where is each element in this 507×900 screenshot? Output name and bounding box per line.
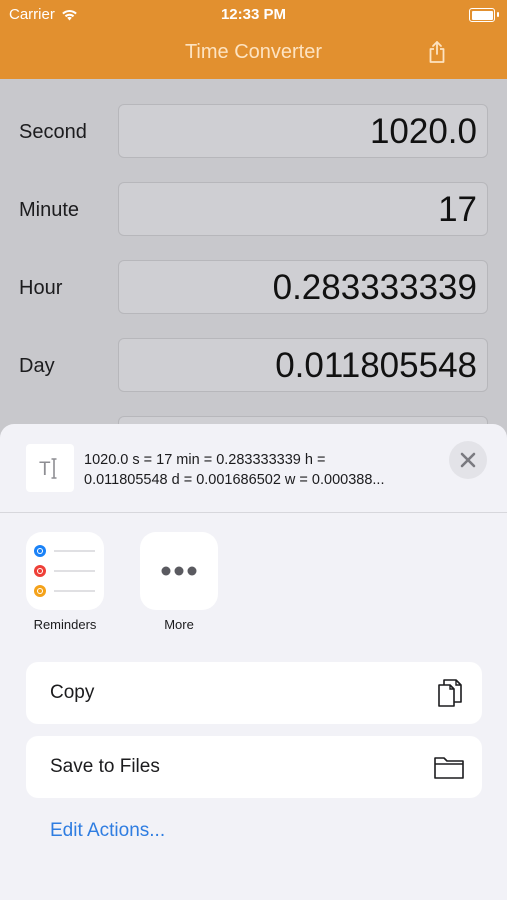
row-label: Day bbox=[19, 355, 55, 377]
row-hour: Hour 0.283333339 bbox=[0, 260, 507, 338]
share-sheet-header: T 1020.0 s = 17 min = 0.283333339 h = 0.… bbox=[0, 424, 507, 513]
copy-action[interactable]: Copy bbox=[26, 662, 482, 724]
field-value: 17 bbox=[438, 190, 477, 229]
value-field[interactable]: 0.011805548 bbox=[118, 338, 488, 392]
field-value: 0.011805548 bbox=[275, 346, 477, 385]
close-icon bbox=[460, 452, 476, 468]
value-field[interactable]: 1020.0 bbox=[118, 104, 488, 158]
row-label: Minute bbox=[19, 199, 80, 221]
close-button[interactable] bbox=[449, 441, 487, 479]
app-label: Reminders bbox=[33, 617, 97, 632]
action-label: Save to Files bbox=[50, 756, 160, 777]
share-preview-text: 1020.0 s = 17 min = 0.283333339 h = 0.01… bbox=[84, 450, 440, 490]
text-document-icon: T bbox=[26, 444, 74, 492]
row-minute: Minute 17 bbox=[0, 182, 507, 260]
row-second: Second 1020.0 bbox=[0, 104, 507, 182]
reminders-icon bbox=[34, 545, 95, 597]
value-field[interactable]: 17 bbox=[118, 182, 488, 236]
navigation-bar: Carrier 12:33 PM Time Converter bbox=[0, 0, 507, 79]
share-icon[interactable] bbox=[425, 40, 449, 64]
folder-icon bbox=[434, 757, 464, 779]
preview-line: 0.011805548 d = 0.001686502 w = 0.000388… bbox=[84, 472, 385, 488]
row-label: Hour bbox=[19, 277, 63, 299]
more-app-button[interactable] bbox=[140, 532, 218, 610]
action-label: Copy bbox=[50, 682, 95, 703]
app-label: More bbox=[164, 617, 194, 632]
status-time: 12:33 PM bbox=[220, 6, 287, 23]
preview-line: 1020.0 s = 17 min = 0.283333339 h = bbox=[84, 452, 326, 468]
more-icon bbox=[161, 566, 197, 576]
share-sheet: T 1020.0 s = 17 min = 0.283333339 h = 0.… bbox=[0, 424, 507, 900]
field-value: 0.283333339 bbox=[272, 268, 477, 307]
battery-icon bbox=[469, 8, 499, 22]
save-to-files-action[interactable]: Save to Files bbox=[26, 736, 482, 798]
reminders-app-button[interactable] bbox=[26, 532, 104, 610]
svg-text:T: T bbox=[39, 459, 51, 480]
field-value: 1020.0 bbox=[369, 112, 477, 151]
row-label: Second bbox=[19, 121, 87, 143]
row-day: Day 0.011805548 bbox=[0, 338, 507, 416]
value-field[interactable]: 0.283333339 bbox=[118, 260, 488, 314]
status-bar: Carrier 12:33 PM bbox=[0, 0, 507, 28]
copy-icon bbox=[438, 679, 462, 707]
edit-actions-link[interactable]: Edit Actions... bbox=[50, 820, 165, 842]
